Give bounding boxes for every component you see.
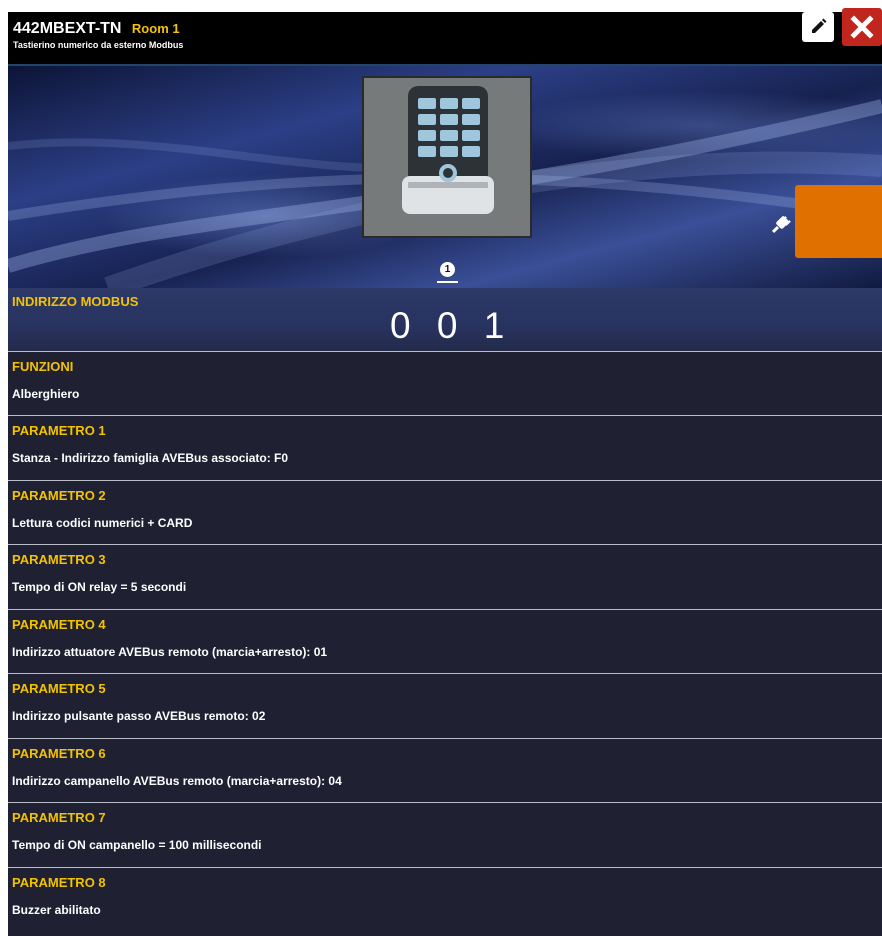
section-label: PARAMETRO 2 [12, 488, 106, 503]
section-label: PARAMETRO 8 [12, 875, 106, 890]
section-label: PARAMETRO 5 [12, 681, 106, 696]
section-label: PARAMETRO 4 [12, 617, 106, 632]
modbus-address-block: INDIRIZZO MODBUS 0 0 1 [8, 288, 882, 351]
section-value: Indirizzo attuatore AVEBus remoto (marci… [12, 645, 328, 659]
section-value: Buzzer abilitato [12, 903, 101, 917]
section-label: PARAMETRO 1 [12, 423, 106, 438]
title-row: 442MBEXT-TN Room 1 [13, 20, 180, 38]
section-label: PARAMETRO 7 [12, 810, 106, 825]
device-description: Tastierino numerico da esterno Modbus [13, 40, 184, 50]
close-icon [850, 15, 874, 39]
device-action-button[interactable] [795, 185, 882, 258]
device-panel: 442MBEXT-TN Room 1 Tastierino numerico d… [8, 12, 882, 936]
section-value: Indirizzo pulsante passo AVEBus remoto: … [12, 709, 266, 723]
close-button[interactable] [842, 8, 882, 46]
section-label: PARAMETRO 3 [12, 552, 106, 567]
section-parametro-6[interactable]: PARAMETRO 6 Indirizzo campanello AVEBus … [8, 738, 882, 802]
section-value: Indirizzo campanello AVEBus remoto (marc… [12, 774, 342, 788]
section-label: PARAMETRO 6 [12, 746, 106, 761]
page-indicator[interactable]: 1 [440, 262, 455, 277]
device-hero: 1 [8, 66, 882, 288]
section-parametro-7[interactable]: PARAMETRO 7 Tempo di ON campanello = 100… [8, 802, 882, 866]
section-parametro-2[interactable]: PARAMETRO 2 Lettura codici numerici + CA… [8, 480, 882, 544]
modbus-address-label: INDIRIZZO MODBUS [12, 294, 139, 309]
room-name: Room 1 [131, 21, 180, 36]
pencil-icon [812, 18, 827, 33]
page-indicator-underline [437, 281, 458, 283]
section-parametro-8[interactable]: PARAMETRO 8 Buzzer abilitato [8, 867, 882, 931]
section-value: Alberghiero [12, 387, 80, 401]
device-name: 442MBEXT-TN [13, 20, 122, 37]
modbus-address-value[interactable]: 0 0 1 [390, 305, 520, 347]
section-value: Tempo di ON campanello = 100 millisecond… [12, 838, 262, 852]
section-value: Lettura codici numerici + CARD [12, 516, 193, 530]
device-image [362, 76, 532, 238]
section-label: FUNZIONI [12, 359, 74, 374]
edit-button[interactable] [802, 12, 834, 42]
section-parametro-3[interactable]: PARAMETRO 3 Tempo di ON relay = 5 second… [8, 544, 882, 608]
panel-header: 442MBEXT-TN Room 1 Tastierino numerico d… [8, 12, 882, 66]
section-parametro-5[interactable]: PARAMETRO 5 Indirizzo pulsante passo AVE… [8, 673, 882, 737]
plug-icon[interactable] [768, 214, 792, 238]
section-value: Stanza - Indirizzo famiglia AVEBus assoc… [12, 451, 289, 465]
section-funzioni[interactable]: FUNZIONI Alberghiero [8, 351, 882, 415]
section-value: Tempo di ON relay = 5 secondi [12, 580, 187, 594]
section-parametro-4[interactable]: PARAMETRO 4 Indirizzo attuatore AVEBus r… [8, 609, 882, 673]
section-parametro-1[interactable]: PARAMETRO 1 Stanza - Indirizzo famiglia … [8, 415, 882, 479]
